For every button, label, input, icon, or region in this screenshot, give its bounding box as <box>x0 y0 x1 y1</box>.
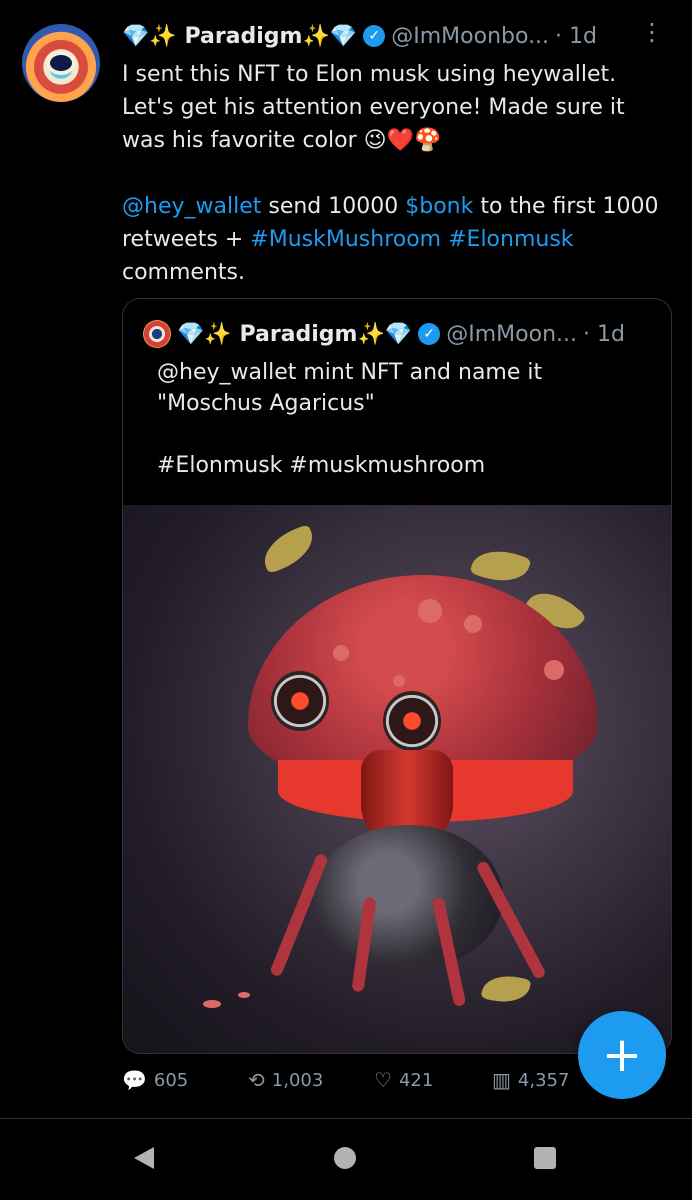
tweet-text: I sent this NFT to Elon musk using heywa… <box>122 58 670 289</box>
cashtag-link[interactable]: $bonk <box>405 194 473 219</box>
quoted-time[interactable]: · 1d <box>583 322 625 347</box>
hashtag-link-muskmushroom[interactable]: #MuskMushroom <box>250 227 441 252</box>
system-navigation-bar <box>0 1119 692 1200</box>
compose-button[interactable]: + <box>578 1011 666 1099</box>
quoted-line-1: @hey_wallet mint NFT and name it "Moschu… <box>157 360 543 416</box>
hashtag-link-elonmusk[interactable]: #Elonmusk <box>448 227 573 252</box>
like-icon: ♡ <box>374 1068 392 1092</box>
right-eye <box>383 691 441 751</box>
mushroom-image[interactable] <box>123 505 671 1053</box>
retweet-count: 1,003 <box>271 1069 324 1091</box>
author-avatar[interactable] <box>22 24 100 102</box>
like-count: 421 <box>398 1069 434 1091</box>
post-time[interactable]: · 1d <box>555 24 597 49</box>
leaf-shape <box>480 970 532 1008</box>
verified-badge-icon: ✓ <box>418 323 441 345</box>
leaf-shape <box>257 523 320 575</box>
tweet-line-1: I sent this NFT to Elon musk using heywa… <box>122 62 625 153</box>
cap-spot <box>393 675 405 687</box>
view-count: 4,357 <box>517 1069 570 1091</box>
cap-spot <box>544 660 564 680</box>
more-options-icon[interactable]: ⋮ <box>640 18 664 46</box>
left-eye <box>271 671 329 731</box>
floor-spot <box>238 992 250 998</box>
views-button[interactable]: ▥ 4,357 <box>492 1068 569 1092</box>
author-handle[interactable]: @ImMoonbo... <box>391 24 549 49</box>
reply-button[interactable]: 💬 605 <box>122 1068 188 1092</box>
retweet-icon: ⟲ <box>248 1068 265 1092</box>
tweet-actions: 💬 605 ⟲ 1,003 ♡ 421 ▥ 4,357 <box>122 1068 642 1106</box>
quoted-header: 💎✨ Paradigm✨💎 ✓ @ImMoon... · 1d <box>143 317 653 351</box>
reply-icon: 💬 <box>122 1068 147 1092</box>
post-header: 💎✨ Paradigm✨💎 ✓ @ImMoonbo... · 1d <box>122 19 662 53</box>
home-icon[interactable] <box>334 1147 356 1169</box>
tweet-line-2: @hey_wallet send 10000 $bonk to the firs… <box>122 190 670 289</box>
tweet-fragment: comments. <box>122 260 245 285</box>
quoted-line-2: #Elonmusk #muskmushroom <box>157 453 486 478</box>
mushroom-bulb <box>313 825 503 970</box>
quoted-text: @hey_wallet mint NFT and name it "Moschu… <box>157 357 647 481</box>
views-icon: ▥ <box>492 1068 511 1092</box>
floor-spot <box>203 1000 221 1008</box>
verified-badge-icon: ✓ <box>363 25 386 47</box>
tweet-fragment: send 10000 <box>261 194 406 219</box>
quoted-avatar[interactable] <box>143 320 171 348</box>
retweet-button[interactable]: ⟲ 1,003 <box>248 1068 323 1092</box>
like-button[interactable]: ♡ 421 <box>374 1068 433 1092</box>
quoted-tweet[interactable]: 💎✨ Paradigm✨💎 ✓ @ImMoon... · 1d @hey_wal… <box>122 298 672 1054</box>
quoted-author-handle[interactable]: @ImMoon... <box>446 322 577 347</box>
cap-spot <box>464 615 482 633</box>
reply-count: 605 <box>153 1069 189 1091</box>
back-icon[interactable] <box>134 1147 154 1169</box>
recent-apps-icon[interactable] <box>534 1147 556 1169</box>
cap-spot <box>418 599 442 623</box>
cap-spot <box>333 645 349 661</box>
author-name[interactable]: 💎✨ Paradigm✨💎 <box>122 24 357 49</box>
mention-link[interactable]: @hey_wallet <box>122 194 261 219</box>
quoted-author-name[interactable]: 💎✨ Paradigm✨💎 <box>177 322 412 347</box>
